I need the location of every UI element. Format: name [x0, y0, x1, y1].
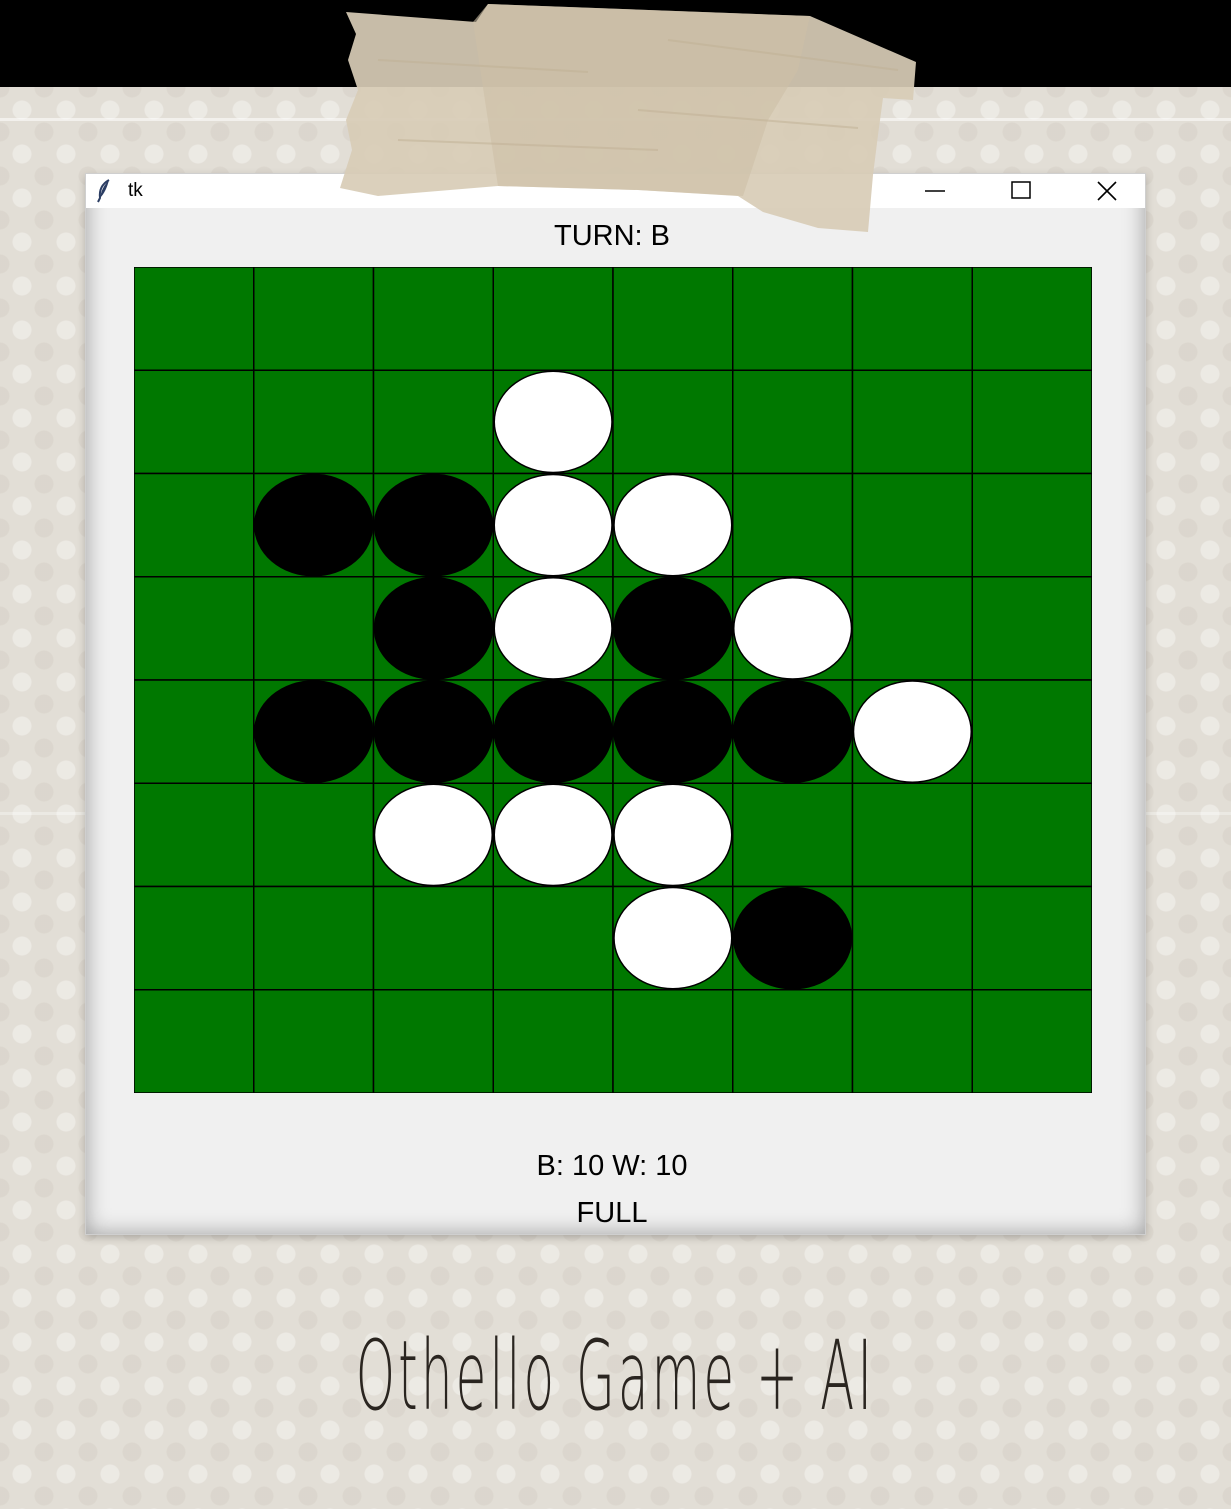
maximize-button[interactable] — [992, 174, 1050, 208]
black-disc — [613, 577, 733, 680]
board-cell[interactable] — [134, 576, 255, 681]
board-cell[interactable] — [971, 369, 1092, 475]
board-cell[interactable] — [134, 267, 255, 371]
board-cell[interactable] — [372, 885, 494, 991]
close-button[interactable] — [1078, 174, 1136, 208]
black-disc — [373, 680, 493, 783]
board-cell[interactable] — [253, 885, 375, 991]
board-cell[interactable] — [253, 782, 375, 888]
board-cell[interactable] — [253, 989, 375, 1093]
board-cell[interactable] — [851, 782, 973, 888]
othello-board[interactable] — [134, 267, 1092, 1093]
white-disc — [613, 886, 733, 990]
white-disc — [852, 680, 972, 783]
board-cell[interactable] — [971, 267, 1092, 371]
board-cell[interactable] — [492, 885, 614, 991]
board-cell[interactable] — [134, 472, 255, 578]
board-cell[interactable] — [732, 782, 854, 888]
board-cell[interactable] — [971, 679, 1092, 784]
score-label: B: 10 W: 10 — [536, 1150, 688, 1182]
board-cell[interactable] — [253, 267, 375, 371]
board-cell[interactable] — [971, 885, 1092, 991]
board-cell[interactable] — [732, 267, 854, 371]
board-cell[interactable] — [134, 679, 255, 784]
board-cell[interactable] — [971, 989, 1092, 1093]
close-icon — [1097, 181, 1117, 201]
board-cell[interactable] — [851, 267, 973, 371]
board-cell[interactable] — [732, 472, 854, 578]
board-cell[interactable] — [134, 989, 255, 1093]
black-disc — [733, 886, 853, 990]
black-disc — [254, 473, 374, 577]
maximize-icon — [1011, 181, 1031, 199]
board-cell[interactable] — [492, 267, 614, 371]
board-cell[interactable] — [851, 885, 973, 991]
black-disc — [373, 473, 493, 577]
black-disc — [613, 680, 733, 783]
board-cell[interactable] — [134, 885, 255, 991]
white-disc — [613, 473, 733, 577]
white-disc — [373, 783, 493, 887]
black-disc — [493, 680, 613, 783]
board-cell[interactable] — [253, 576, 375, 681]
black-disc — [733, 680, 853, 783]
white-disc — [493, 473, 613, 577]
board-cell[interactable] — [492, 989, 614, 1093]
board-cell[interactable] — [851, 472, 973, 578]
black-disc — [373, 577, 493, 680]
mode-label: FULL — [576, 1197, 648, 1229]
board-cell[interactable] — [732, 989, 854, 1093]
board-cell[interactable] — [971, 472, 1092, 578]
board-cell[interactable] — [612, 369, 734, 475]
board-cell[interactable] — [971, 782, 1092, 888]
white-disc — [493, 370, 613, 474]
board-cell[interactable] — [253, 369, 375, 475]
app-window: tk TURN: B B: 10 W: 10 FULL — [86, 174, 1145, 1234]
board-cell[interactable] — [612, 989, 734, 1093]
feather-icon — [97, 179, 110, 203]
white-disc — [493, 577, 613, 680]
board-cell[interactable] — [971, 576, 1092, 681]
caption-title: Othello Game + AI — [355, 1320, 876, 1432]
board-cell[interactable] — [372, 989, 494, 1093]
minimize-icon — [925, 190, 945, 192]
board-cell[interactable] — [134, 369, 255, 475]
board-cell[interactable] — [851, 369, 973, 475]
black-disc — [254, 680, 374, 783]
masking-tape — [340, 4, 916, 232]
board-cell[interactable] — [372, 267, 494, 371]
white-disc — [493, 783, 613, 887]
board-cell[interactable] — [134, 782, 255, 888]
board-cell[interactable] — [732, 369, 854, 475]
window-title: tk — [128, 180, 143, 201]
white-disc — [733, 577, 853, 680]
board-cell[interactable] — [851, 989, 973, 1093]
board-cell[interactable] — [851, 576, 973, 681]
white-disc — [613, 783, 733, 887]
board-cell[interactable] — [372, 369, 494, 475]
board-cell[interactable] — [612, 267, 734, 371]
